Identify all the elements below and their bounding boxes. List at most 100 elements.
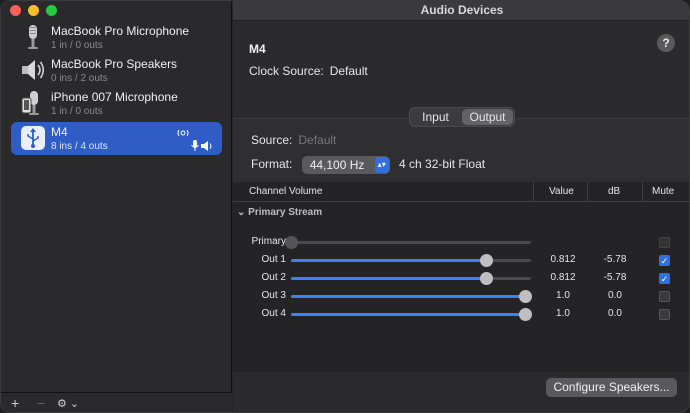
mute-checkbox[interactable]: ✓ — [659, 273, 670, 284]
channel-row: Out 2 0.812 -5.78 ✓ — [233, 270, 689, 288]
channel-row: Out 4 1.0 0.0 — [233, 306, 689, 324]
channel-db: 0.0 — [608, 308, 622, 319]
volume-slider[interactable] — [291, 254, 531, 267]
sidebar-footer: + − ⚙︎ ⌄ — [1, 392, 232, 412]
audio-midi-window: MacBook Pro Microphone 1 in / 0 outs Mac… — [0, 0, 690, 413]
window-title: Audio Devices — [233, 1, 689, 21]
volume-slider-fill — [291, 295, 531, 298]
volume-slider-knob[interactable] — [479, 254, 493, 267]
device-badges — [174, 128, 214, 154]
column-divider — [587, 182, 588, 202]
default-output-speaker-icon — [201, 141, 212, 151]
channel-label: Out 3 — [261, 290, 286, 301]
device-detail-pane: Audio Devices M4 ? Clock Source: Default … — [233, 1, 689, 412]
device-item-m4[interactable]: M4 8 ins / 4 outs — [11, 122, 222, 155]
device-io: 1 in / 0 outs — [51, 106, 103, 117]
microphone-icon — [28, 25, 38, 49]
device-io: 8 ins / 4 outs — [51, 141, 108, 152]
window-controls — [10, 5, 57, 16]
mute-checkbox[interactable] — [659, 309, 670, 320]
zoom-window-button[interactable] — [46, 5, 57, 16]
speaker-icon — [22, 60, 45, 80]
volume-slider-knob — [285, 236, 298, 249]
channel-label: Out 4 — [261, 308, 286, 319]
column-db: dB — [608, 186, 621, 197]
device-name: MacBook Pro Speakers — [51, 57, 178, 71]
mute-checkbox[interactable]: ✓ — [659, 255, 670, 266]
volume-slider[interactable] — [291, 290, 532, 303]
clock-source-value[interactable]: Default — [330, 64, 368, 78]
channel-value: 0.812 — [550, 272, 576, 283]
format-label: Format: — [251, 157, 293, 172]
tab-output[interactable]: Output — [462, 109, 513, 125]
volume-slider[interactable] — [291, 308, 532, 321]
remove-device-button[interactable]: − — [37, 395, 45, 411]
column-divider — [642, 182, 643, 202]
channel-volume-table: Channel Volume Value dB Mute ⌄ Primary S… — [233, 182, 689, 372]
channel-value: 1.0 — [556, 308, 570, 319]
volume-slider-fill — [291, 313, 531, 316]
stream-disclosure[interactable]: ⌄ Primary Stream — [237, 207, 322, 218]
channel-db: 0.0 — [608, 290, 622, 301]
column-channel-volume: Channel Volume — [249, 186, 323, 197]
add-device-button[interactable]: + — [11, 395, 19, 411]
channel-label: Primary — [251, 236, 286, 247]
settings-gear-icon[interactable]: ⚙︎ ⌄ — [57, 397, 79, 410]
channel-label: Out 1 — [261, 254, 286, 265]
stream-name: Primary Stream — [248, 207, 323, 218]
volume-slider — [285, 236, 531, 249]
clock-source: Clock Source: Default — [249, 64, 368, 78]
device-io: 1 in / 0 outs — [51, 40, 103, 51]
channel-row: Out 3 1.0 0.0 — [233, 288, 689, 306]
format-description: 4 ch 32-bit Float — [399, 157, 486, 172]
volume-slider[interactable] — [291, 272, 531, 285]
device-sidebar: MacBook Pro Microphone 1 in / 0 outs Mac… — [1, 1, 232, 412]
channel-value: 0.812 — [550, 254, 576, 265]
output-panel: Source: Default Format: 44,100 Hz ▴▾ 4 ch… — [233, 118, 689, 372]
clock-source-icon — [177, 129, 189, 137]
volume-slider-knob[interactable] — [519, 308, 532, 321]
device-name: M4 — [51, 125, 68, 139]
device-item-iphone-microphone[interactable]: iPhone 007 Microphone 1 in / 0 outs — [11, 87, 222, 120]
device-item-macbook-speakers[interactable]: MacBook Pro Speakers 0 ins / 2 outs — [11, 54, 222, 87]
channel-row: Out 1 0.812 -5.78 ✓ — [233, 252, 689, 270]
source-label: Source: — [251, 133, 293, 147]
chevron-down-icon: ⌄ — [237, 207, 246, 218]
default-input-microphone-icon — [191, 140, 199, 151]
format-row: Format: 44,100 Hz ▴▾ 4 ch 32-bit Float — [251, 156, 485, 174]
minimize-window-button[interactable] — [28, 5, 39, 16]
iphone-microphone-icon — [21, 91, 39, 115]
chevron-updown-icon: ▴▾ — [374, 157, 389, 173]
device-title: M4 — [249, 42, 266, 56]
channel-value: 1.0 — [556, 290, 570, 301]
io-segmented-control: Input Output — [409, 107, 515, 127]
help-button[interactable]: ? — [657, 34, 675, 52]
volume-slider-knob[interactable] — [479, 272, 493, 285]
channel-db: -5.78 — [603, 254, 627, 265]
channel-label: Out 2 — [261, 272, 286, 283]
device-name: MacBook Pro Microphone — [51, 24, 190, 38]
volume-slider-fill — [291, 259, 486, 262]
usb-icon — [21, 126, 45, 150]
clock-source-label: Clock Source: — [249, 64, 324, 78]
channel-db: -5.78 — [603, 272, 627, 283]
format-value: 44,100 Hz — [309, 158, 365, 172]
source-row: Source: Default — [251, 133, 336, 147]
column-value: Value — [549, 186, 574, 197]
column-divider — [533, 182, 534, 202]
format-popup[interactable]: 44,100 Hz ▴▾ — [301, 156, 390, 174]
mute-checkbox[interactable] — [659, 291, 670, 302]
volume-slider-knob[interactable] — [519, 290, 532, 303]
volume-slider-fill — [291, 277, 486, 280]
device-item-macbook-microphone[interactable]: MacBook Pro Microphone 1 in / 0 outs — [11, 21, 222, 54]
configure-speakers-button[interactable]: Configure Speakers... — [546, 378, 677, 397]
column-mute: Mute — [652, 186, 675, 197]
tab-input[interactable]: Input — [410, 108, 461, 126]
device-io: 0 ins / 2 outs — [51, 73, 108, 84]
table-header: Channel Volume Value dB Mute — [233, 182, 689, 202]
mute-checkbox — [659, 237, 670, 248]
channel-row: Primary — [233, 234, 689, 252]
close-window-button[interactable] — [10, 5, 21, 16]
source-value: Default — [298, 133, 337, 147]
device-name: iPhone 007 Microphone — [51, 90, 178, 104]
